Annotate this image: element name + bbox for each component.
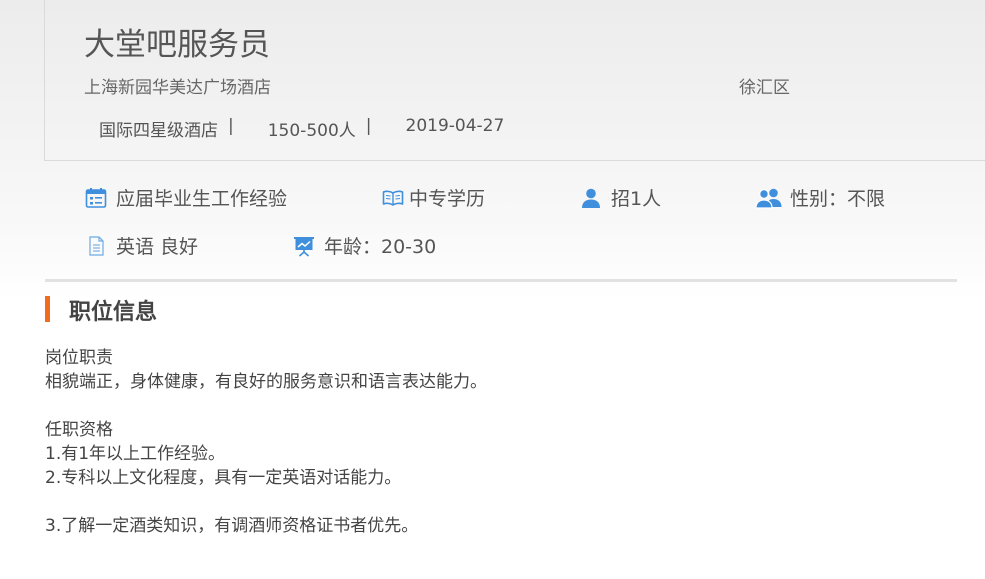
qualification-item: 2.专科以上文化程度，具有一定英语对话能力。 (45, 468, 402, 488)
attr-language: 英语 良好 (85, 232, 198, 259)
job-header: 大堂吧服务员 上海新园华美达广场酒店 徐汇区 国际四星级酒店 | 150-500… (44, 0, 985, 161)
duties-heading: 岗位职责 (45, 348, 113, 368)
attr-gender: 性别：不限 (755, 184, 885, 211)
meta-separator: | (365, 116, 372, 136)
language-text: 英语 良好 (116, 236, 199, 258)
attr-age: 年龄：20-30 (293, 232, 436, 259)
education-text: 中专学历 (409, 188, 486, 210)
headcount-text: 招1人 (611, 188, 662, 210)
qualification-item: 3.了解一定酒类知识，有调酒师资格证书者优先。 (45, 516, 419, 536)
document-icon (85, 235, 107, 257)
calendar-icon (85, 187, 107, 209)
meta-separator: | (228, 116, 234, 136)
experience-text: 应届毕业生工作经验 (116, 188, 288, 210)
company-meta: 国际四星级酒店 | 150-500人 | 2019-04-27 (99, 116, 504, 141)
job-detail-page: 大堂吧服务员 上海新园华美达广场酒店 徐汇区 国际四星级酒店 | 150-500… (0, 0, 985, 579)
presentation-board-icon (293, 235, 315, 257)
attr-headcount: 招1人 (580, 184, 661, 211)
qualification-heading: 任职资格 (45, 420, 113, 440)
section-title: 职位信息 (69, 300, 158, 325)
section-divider (45, 279, 957, 282)
district-label: 徐汇区 (739, 78, 790, 98)
section-accent-bar (45, 296, 50, 322)
users-icon (755, 187, 783, 209)
age-text: 年龄：20-30 (324, 236, 437, 258)
duties-text: 相貌端正，身体健康，有良好的服务意识和语言表达能力。 (45, 372, 487, 392)
hotel-type: 国际四星级酒店 (99, 121, 218, 141)
job-title: 大堂吧服务员 (84, 27, 270, 63)
gender-text: 性别：不限 (790, 188, 886, 210)
company-name[interactable]: 上海新园华美达广场酒店 (84, 73, 271, 98)
post-date: 2019-04-27 (405, 116, 505, 136)
qualification-item: 1.有1年以上工作经验。 (45, 444, 226, 464)
attr-experience: 应届毕业生工作经验 (85, 184, 287, 211)
company-size: 150-500人 (267, 121, 356, 141)
book-icon (382, 187, 404, 209)
attr-education: 中专学历 (382, 184, 485, 211)
person-icon (580, 187, 602, 209)
